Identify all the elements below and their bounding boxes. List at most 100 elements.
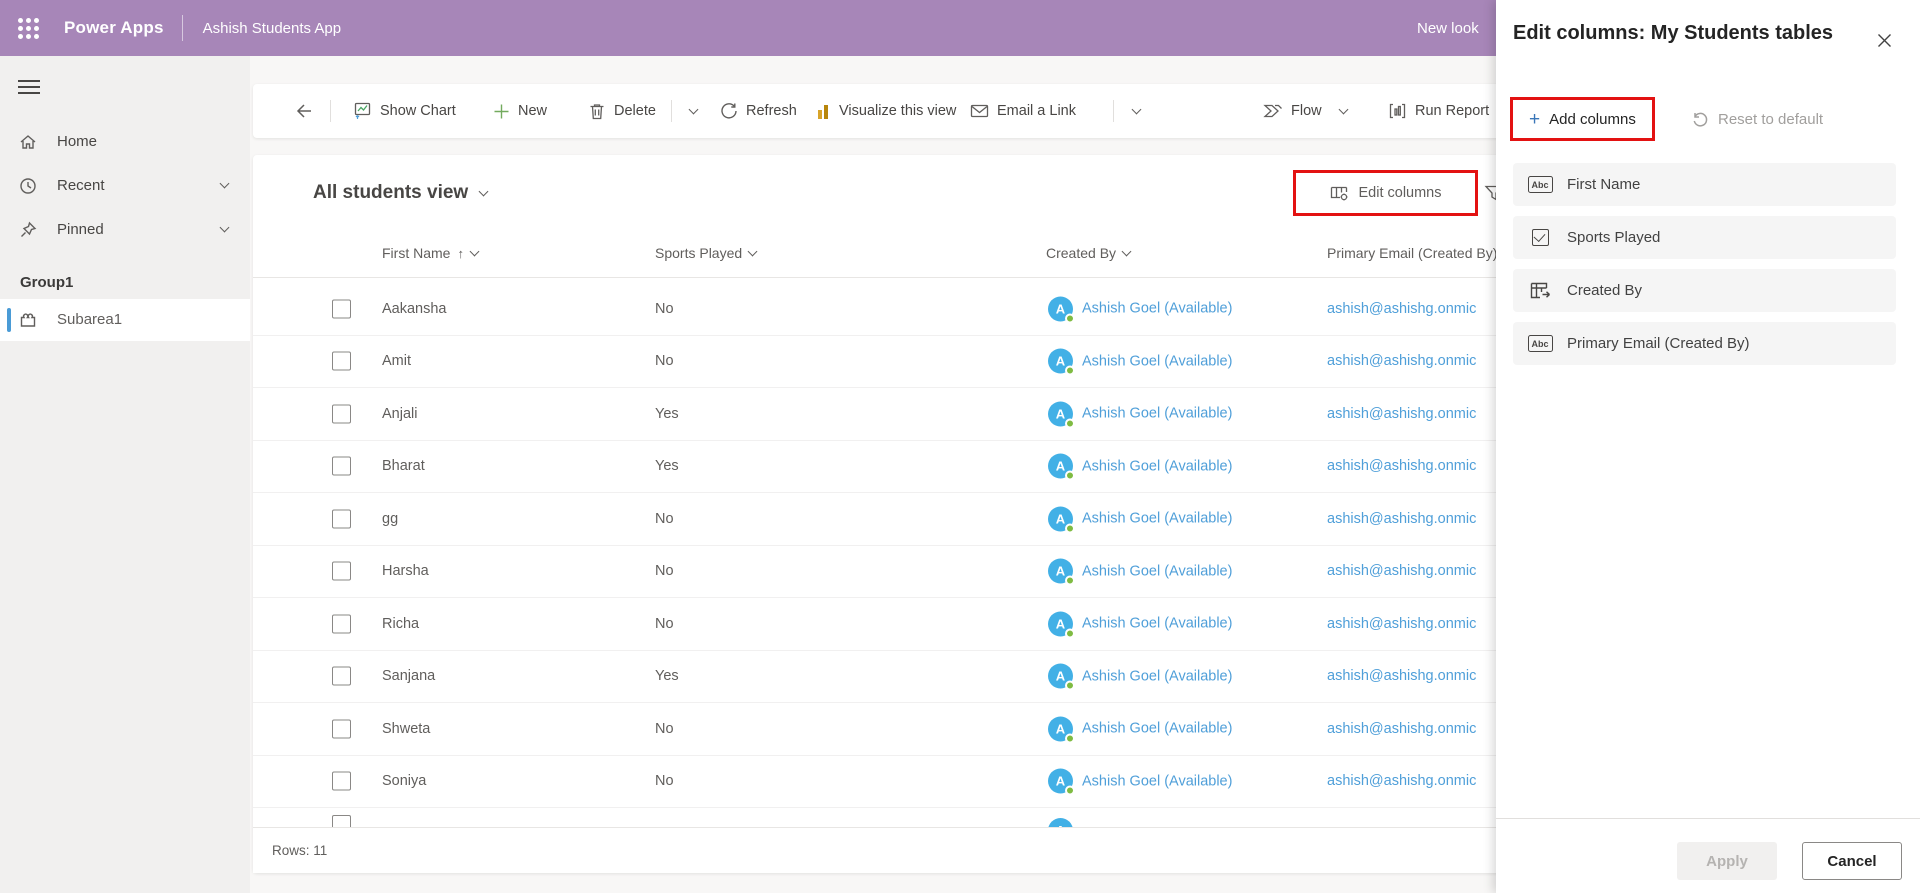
row-checkbox[interactable] — [332, 666, 351, 686]
row-count: Rows: 11 — [272, 843, 328, 858]
cell-first-name[interactable]: Shweta — [382, 721, 430, 737]
cell-created-by[interactable]: A Ashish Goel (Available) — [1048, 663, 1232, 691]
panel-column-label: Created By — [1567, 282, 1643, 299]
cell-created-by[interactable]: A Ashish Goel (Available) — [1048, 401, 1232, 429]
email-more-chevron[interactable] — [1131, 84, 1142, 138]
cell-created-by[interactable]: A Ashish Goel (Available) — [1048, 768, 1232, 796]
clock-icon — [18, 176, 38, 196]
apply-button[interactable]: Apply — [1677, 842, 1777, 880]
cancel-button[interactable]: Cancel — [1802, 842, 1902, 880]
column-header-first-name[interactable]: First Name — [382, 245, 480, 261]
row-checkbox[interactable] — [332, 815, 351, 827]
panel-column-item[interactable]: Abc Sports Played — [1513, 216, 1896, 259]
sidebar-item-subarea1[interactable]: Subarea1 — [0, 298, 250, 341]
app-brand[interactable]: Power Apps — [64, 18, 164, 38]
cell-created-by[interactable]: A Ashish Goel (Available) — [1048, 348, 1232, 376]
cell-sports-played: No — [655, 720, 674, 737]
hamburger-menu-icon[interactable] — [18, 80, 40, 94]
row-checkbox[interactable] — [332, 719, 351, 739]
cell-primary-email[interactable]: ashish@ashishg.onmic — [1327, 301, 1476, 317]
run-report-button[interactable]: Run Report — [1388, 84, 1489, 138]
row-checkbox[interactable] — [332, 456, 351, 476]
cell-created-by[interactable]: A Ashish Goel (Available) — [1048, 611, 1232, 639]
cell-sports-played: No — [655, 563, 674, 580]
toolbar-divider — [671, 100, 672, 122]
panel-column-item[interactable]: Abc Primary Email (Created By) — [1513, 322, 1896, 365]
column-header-primary-email[interactable]: Primary Email (Created By) — [1327, 245, 1497, 261]
delete-more-chevron[interactable] — [688, 84, 699, 138]
column-header-created-by[interactable]: Created By — [1046, 245, 1132, 261]
view-selector[interactable]: All students view — [313, 170, 489, 216]
cell-first-name[interactable]: Anjali — [382, 406, 417, 422]
chevron-down-icon[interactable] — [219, 179, 230, 189]
cell-first-name[interactable]: Aakansha — [382, 301, 447, 317]
cell-primary-email[interactable]: ashish@ashishg.onmic — [1327, 773, 1476, 789]
edit-columns-panel: Edit columns: My Students tables + Add c… — [1496, 0, 1920, 893]
email-link-button[interactable]: Email a Link — [970, 84, 1076, 138]
sitemap-sidebar: Home Recent Pinned Group1 Subarea1 — [0, 56, 250, 893]
presence-available-icon — [1065, 785, 1075, 796]
edit-columns-button[interactable]: Edit columns — [1293, 170, 1478, 216]
flow-chevron[interactable] — [1338, 104, 1349, 114]
add-columns-button[interactable]: + Add columns — [1510, 97, 1655, 141]
cell-created-by[interactable]: A Ashish Goel (Available) — [1048, 558, 1232, 586]
row-checkbox[interactable] — [332, 351, 351, 371]
panel-column-item[interactable]: Abc First Name — [1513, 163, 1896, 206]
new-look-label[interactable]: New look — [1417, 0, 1479, 56]
row-checkbox[interactable] — [332, 771, 351, 791]
cell-first-name[interactable]: Harsha — [382, 563, 429, 579]
delete-button[interactable]: Delete — [588, 84, 656, 138]
cell-created-by[interactable]: A Ashish Goel (Available) — [1048, 453, 1232, 481]
panel-column-item[interactable]: Abc Created By — [1513, 269, 1896, 312]
avatar: A — [1048, 506, 1075, 534]
checkbox-checked-icon — [1531, 229, 1549, 246]
cell-first-name[interactable]: Soniya — [382, 773, 426, 789]
cell-created-by[interactable]: A Ashish Goel (Available) — [1048, 506, 1232, 534]
refresh-icon — [720, 102, 738, 120]
cell-first-name[interactable]: Richa — [382, 616, 419, 632]
row-checkbox[interactable] — [332, 299, 351, 319]
chevron-down-icon[interactable] — [219, 223, 230, 233]
cell-primary-email[interactable]: ashish@ashishg.onmic — [1327, 668, 1476, 684]
row-checkbox[interactable] — [332, 614, 351, 634]
sidebar-item-home[interactable]: Home — [0, 120, 250, 164]
cell-created-by[interactable]: A Ashish Goel (Available) — [1048, 716, 1232, 744]
panel-title: Edit columns: My Students tables — [1513, 22, 1834, 44]
avatar: A — [1048, 558, 1075, 586]
cell-primary-email[interactable]: ashish@ashishg.onmic — [1327, 563, 1476, 579]
row-checkbox[interactable] — [332, 404, 351, 424]
cell-first-name[interactable]: gg — [382, 511, 398, 527]
presence-available-icon — [1065, 470, 1075, 481]
show-chart-button[interactable]: Show Chart — [352, 84, 456, 138]
text-field-icon: Abc — [1527, 176, 1553, 193]
cell-first-name[interactable]: Amit — [382, 353, 411, 369]
presence-available-icon — [1065, 365, 1075, 376]
cell-created-by[interactable]: A Ashish Goel (Available) — [1048, 296, 1232, 324]
flow-icon — [1263, 102, 1283, 120]
reset-to-default-button[interactable]: Reset to default — [1692, 97, 1823, 141]
close-icon[interactable] — [1868, 24, 1900, 56]
lookup-icon — [1530, 282, 1551, 299]
back-button[interactable] — [294, 84, 314, 138]
toolbar-divider — [1113, 100, 1114, 122]
flow-button[interactable]: Flow — [1263, 84, 1349, 138]
cell-primary-email[interactable]: ashish@ashishg.onmic — [1327, 353, 1476, 369]
cell-first-name[interactable]: Bharat — [382, 458, 425, 474]
cell-primary-email[interactable]: ashish@ashishg.onmic — [1327, 721, 1476, 737]
new-button[interactable]: New — [493, 84, 547, 138]
sidebar-item-pinned[interactable]: Pinned — [0, 208, 250, 252]
cell-primary-email[interactable]: ashish@ashishg.onmic — [1327, 406, 1476, 422]
row-checkbox[interactable] — [332, 561, 351, 581]
trash-icon — [588, 102, 606, 121]
row-checkbox[interactable] — [332, 509, 351, 529]
sidebar-item-recent[interactable]: Recent — [0, 164, 250, 208]
cell-primary-email[interactable]: ashish@ashishg.onmic — [1327, 616, 1476, 632]
cell-primary-email[interactable]: ashish@ashishg.onmic — [1327, 511, 1476, 527]
cell-primary-email[interactable]: ashish@ashishg.onmic — [1327, 458, 1476, 474]
refresh-button[interactable]: Refresh — [720, 84, 797, 138]
visualize-view-button[interactable]: Visualize this view — [815, 84, 956, 138]
sort-ascending-icon — [457, 245, 464, 261]
waffle-menu-icon[interactable] — [0, 0, 56, 56]
column-header-sports-played[interactable]: Sports Played — [655, 245, 758, 261]
cell-first-name[interactable]: Sanjana — [382, 668, 435, 684]
